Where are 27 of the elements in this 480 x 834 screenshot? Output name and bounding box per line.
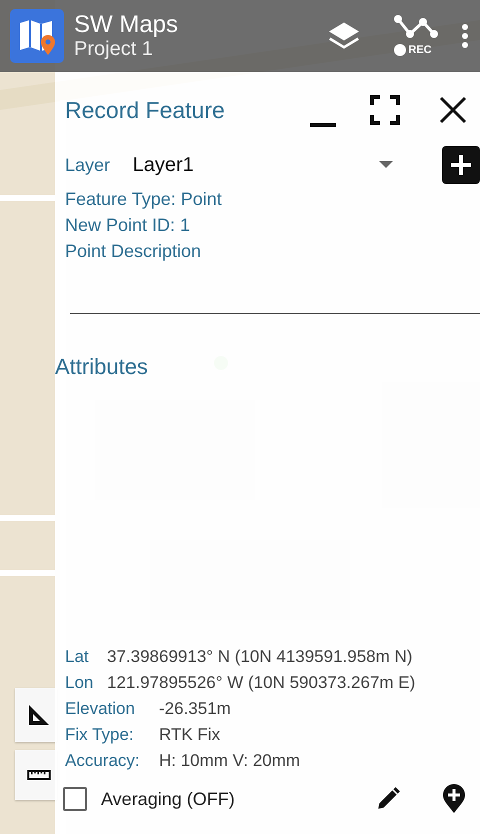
add-layer-button[interactable] [442, 146, 480, 184]
fullscreen-icon[interactable] [368, 93, 402, 127]
reading-value: 37.39869913° N (10N 4139591.958m N) [107, 646, 412, 668]
reading-value: -26.351m [159, 698, 231, 720]
averaging-checkbox[interactable]: Averaging (OFF) [63, 786, 372, 812]
reading-value: H: 10mm V: 20mm [159, 750, 300, 772]
app-title: SW Maps [74, 12, 180, 38]
reading-label: Lon [65, 672, 94, 694]
project-name: Project 1 [74, 38, 154, 60]
panel-title: Record Feature [65, 96, 226, 125]
feature-info-text: Feature Type: Point [65, 188, 222, 211]
feature-info-text: Point Description [65, 240, 202, 263]
layer-label: Layer [65, 154, 112, 177]
angle-tool-button[interactable] [15, 688, 57, 742]
layer-dropdown[interactable]: Layer1 [132, 150, 394, 180]
ruler-tool-button[interactable] [15, 750, 57, 800]
reading-value: RTK Fix [159, 724, 220, 746]
reading-label: Accuracy: [65, 750, 141, 772]
section-heading: Attributes [55, 353, 148, 381]
feature-info-text: New Point ID: 1 [65, 214, 190, 237]
caret-icon [379, 161, 394, 169]
record-track-button[interactable]: REC [384, 8, 448, 64]
reading-label: Fix Type: [65, 724, 135, 746]
app-logo[interactable] [10, 9, 64, 63]
reading-label: Lat [65, 646, 90, 668]
reading-value: 121.97895526° W (10N 590373.267m E) [107, 672, 416, 694]
reading-label: Elevation [65, 698, 136, 720]
